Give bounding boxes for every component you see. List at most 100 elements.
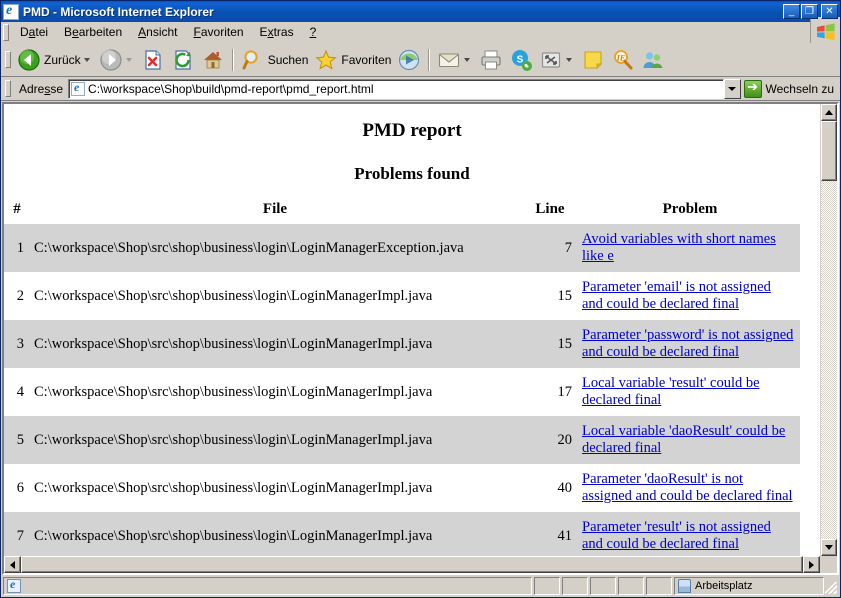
row-number: 3 bbox=[4, 320, 30, 368]
menu-item-ansicht[interactable]: Ansicht bbox=[130, 23, 185, 41]
fullscreen-button[interactable] bbox=[536, 45, 578, 75]
menu-grip[interactable] bbox=[3, 23, 9, 41]
menu-item-bearbeiten[interactable]: Bearbeiten bbox=[56, 23, 130, 41]
scroll-right-button[interactable] bbox=[803, 556, 820, 573]
row-file: C:\workspace\Shop\src\shop\business\logi… bbox=[30, 272, 520, 320]
ie-document-icon bbox=[3, 3, 19, 20]
menu-item-help[interactable]: ? bbox=[302, 23, 325, 41]
refresh-icon bbox=[171, 48, 195, 72]
row-problem: Parameter 'password' is not assigned and… bbox=[580, 320, 800, 368]
minimize-button[interactable]: _ bbox=[783, 4, 800, 19]
document-viewport: PMD report Problems found # File Line Pr… bbox=[2, 102, 839, 575]
table-header-row: # File Line Problem bbox=[4, 198, 800, 224]
favorites-label: Favoriten bbox=[341, 52, 392, 67]
notes-button[interactable] bbox=[578, 45, 608, 75]
horizontal-scroll-track[interactable] bbox=[21, 556, 803, 573]
table-row: 3 C:\workspace\Shop\src\shop\business\lo… bbox=[4, 320, 800, 368]
back-label: Zurück bbox=[44, 52, 81, 67]
problem-link[interactable]: Parameter 'result' is not assigned and c… bbox=[582, 519, 771, 552]
maximize-button[interactable]: ❐ bbox=[801, 4, 818, 19]
address-grip[interactable] bbox=[5, 80, 11, 97]
notes-icon bbox=[581, 48, 605, 72]
chevron-down-icon bbox=[728, 86, 737, 91]
problem-link[interactable]: Parameter 'email' is not assigned and co… bbox=[582, 279, 771, 312]
vertical-scroll-track[interactable] bbox=[821, 121, 837, 539]
menu-item-favoriten[interactable]: Favoriten bbox=[186, 23, 252, 41]
favorites-star-icon bbox=[314, 48, 338, 72]
back-button[interactable]: Zurück bbox=[14, 45, 96, 75]
close-button[interactable]: ✕ bbox=[821, 4, 838, 19]
address-dropdown-button[interactable] bbox=[723, 78, 741, 99]
refresh-button[interactable] bbox=[168, 45, 198, 75]
toolbar-separator bbox=[231, 48, 234, 71]
go-arrow-icon bbox=[743, 79, 762, 98]
table-row: 2 C:\workspace\Shop\src\shop\business\lo… bbox=[4, 272, 800, 320]
problem-link[interactable]: Avoid variables with short names like e bbox=[582, 231, 776, 264]
skype-button[interactable]: S bbox=[506, 45, 536, 75]
page-subtitle: Problems found bbox=[354, 164, 470, 183]
scroll-left-button[interactable] bbox=[4, 556, 21, 573]
problem-link[interactable]: Local variable 'result' could be declare… bbox=[582, 375, 760, 408]
resize-grip[interactable] bbox=[824, 577, 838, 595]
messenger-button[interactable] bbox=[638, 45, 668, 75]
forward-button[interactable] bbox=[96, 45, 138, 75]
horizontal-scrollbar[interactable] bbox=[4, 556, 837, 573]
caret-left-icon bbox=[10, 560, 15, 569]
table-row: 5 C:\workspace\Shop\src\shop\business\lo… bbox=[4, 416, 800, 464]
vertical-scroll-thumb[interactable] bbox=[821, 121, 837, 181]
address-input[interactable]: C:\workspace\Shop\build\pmd-report\pmd_r… bbox=[68, 78, 724, 99]
scroll-down-button[interactable] bbox=[821, 539, 837, 556]
stop-button[interactable] bbox=[138, 45, 168, 75]
row-line: 41 bbox=[520, 512, 580, 556]
search-button[interactable]: Suchen bbox=[238, 45, 312, 75]
forward-dropdown-icon[interactable] bbox=[125, 57, 132, 62]
row-problem: Local variable 'daoResult' could be decl… bbox=[580, 416, 800, 464]
menu-bar: Datei Bearbeiten Ansicht Favoriten Extra… bbox=[1, 17, 840, 47]
favorites-button[interactable]: Favoriten bbox=[311, 45, 394, 75]
caret-right-icon bbox=[809, 560, 814, 569]
messenger-icon bbox=[641, 48, 665, 72]
toolbar: Zurück Suchen Favoriten S IE bbox=[1, 43, 840, 77]
problem-link[interactable]: Local variable 'daoResult' could be decl… bbox=[582, 423, 785, 456]
ie-search-button[interactable]: IE bbox=[608, 45, 638, 75]
home-button[interactable] bbox=[198, 45, 228, 75]
address-label: Adresse bbox=[19, 81, 64, 96]
go-button[interactable]: Wechseln zu bbox=[741, 78, 840, 100]
row-number: 4 bbox=[4, 368, 30, 416]
problem-link[interactable]: Parameter 'password' is not assigned and… bbox=[582, 327, 793, 360]
row-line: 15 bbox=[520, 272, 580, 320]
page-icon bbox=[71, 80, 86, 96]
vertical-scrollbar[interactable] bbox=[820, 104, 837, 556]
windows-flag-icon bbox=[816, 23, 835, 41]
row-line: 15 bbox=[520, 320, 580, 368]
forward-icon bbox=[99, 48, 123, 72]
toolbar-separator-2 bbox=[428, 48, 431, 71]
status-panel-2 bbox=[562, 577, 588, 595]
row-problem: Parameter 'result' is not assigned and c… bbox=[580, 512, 800, 556]
toolbar-grip[interactable] bbox=[5, 51, 11, 68]
computer-icon bbox=[678, 579, 691, 593]
window-title: PMD - Microsoft Internet Explorer bbox=[23, 4, 214, 19]
scrollbar-corner bbox=[820, 556, 837, 573]
mail-dropdown-icon[interactable] bbox=[464, 57, 471, 62]
scroll-up-button[interactable] bbox=[821, 104, 837, 121]
print-button[interactable] bbox=[476, 45, 506, 75]
stop-icon bbox=[141, 48, 165, 72]
row-problem: Parameter 'email' is not assigned and co… bbox=[580, 272, 800, 320]
fullscreen-dropdown-icon[interactable] bbox=[566, 57, 573, 62]
row-line: 20 bbox=[520, 416, 580, 464]
mail-icon bbox=[437, 48, 461, 72]
search-label: Suchen bbox=[267, 52, 309, 67]
row-line: 17 bbox=[520, 368, 580, 416]
mail-button[interactable] bbox=[434, 45, 476, 75]
menu-item-datei[interactable]: Datei bbox=[12, 23, 56, 41]
media-button[interactable] bbox=[394, 45, 424, 75]
table-row: 1 C:\workspace\Shop\src\shop\business\lo… bbox=[4, 224, 800, 272]
status-panel-4 bbox=[618, 577, 644, 595]
menu-item-extras[interactable]: Extras bbox=[252, 23, 302, 41]
row-file: C:\workspace\Shop\src\shop\business\logi… bbox=[30, 416, 520, 464]
problem-link[interactable]: Parameter 'daoResult' is not assigned an… bbox=[582, 471, 793, 504]
back-dropdown-icon[interactable] bbox=[83, 57, 90, 62]
problems-table: # File Line Problem 1 C:\workspace\Shop\… bbox=[4, 198, 800, 556]
status-panel-1 bbox=[534, 577, 560, 595]
